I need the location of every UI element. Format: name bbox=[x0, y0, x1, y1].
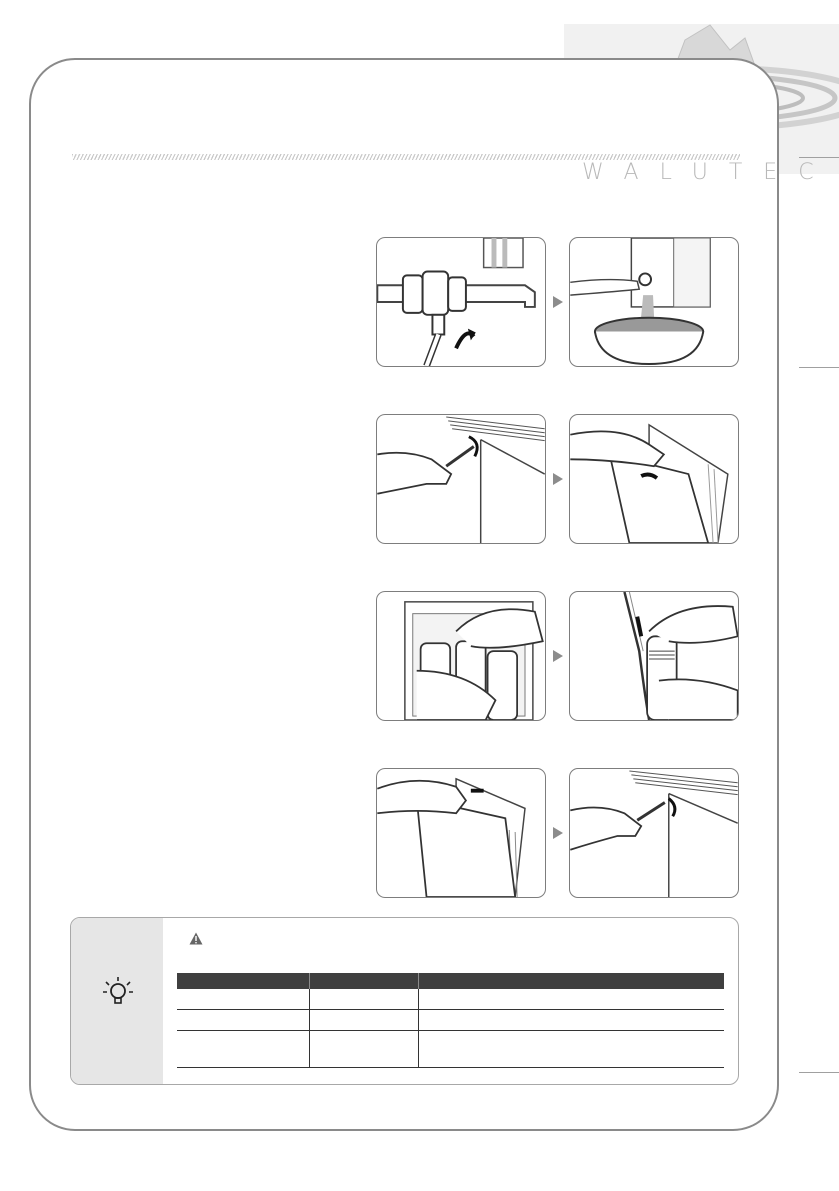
table-header bbox=[177, 973, 724, 989]
dispensing-water-into-bowl-illustration bbox=[569, 237, 739, 367]
removing-side-panel-illustration bbox=[569, 414, 739, 544]
step-arrow-icon bbox=[553, 473, 563, 485]
table-row bbox=[177, 1010, 724, 1031]
detaching-filter-tube-illustration bbox=[569, 591, 739, 721]
water-valve-closing-illustration bbox=[376, 237, 546, 367]
table-row bbox=[177, 989, 724, 1010]
tab-marker-top bbox=[799, 157, 839, 158]
brand-name: WALUTEC bbox=[582, 160, 835, 185]
tip-box bbox=[70, 917, 739, 1085]
section-divider bbox=[72, 154, 740, 160]
warning-triangle-icon bbox=[189, 932, 203, 945]
step-arrow-icon bbox=[553, 296, 563, 308]
loosening-panel-screw-illustration bbox=[376, 414, 546, 544]
tab-marker-bottom bbox=[799, 1072, 839, 1073]
step-arrow-icon bbox=[553, 827, 563, 839]
tip-sidebar bbox=[71, 918, 163, 1084]
info-table bbox=[177, 973, 724, 1068]
grasping-filter-illustration bbox=[376, 591, 546, 721]
table-row bbox=[177, 1031, 724, 1068]
lightbulb-icon bbox=[103, 977, 133, 1004]
tab-marker-middle bbox=[799, 367, 839, 368]
step-arrow-icon bbox=[553, 650, 563, 662]
tightening-panel-screw-illustration bbox=[569, 768, 739, 898]
reattaching-side-panel-illustration bbox=[376, 768, 546, 898]
